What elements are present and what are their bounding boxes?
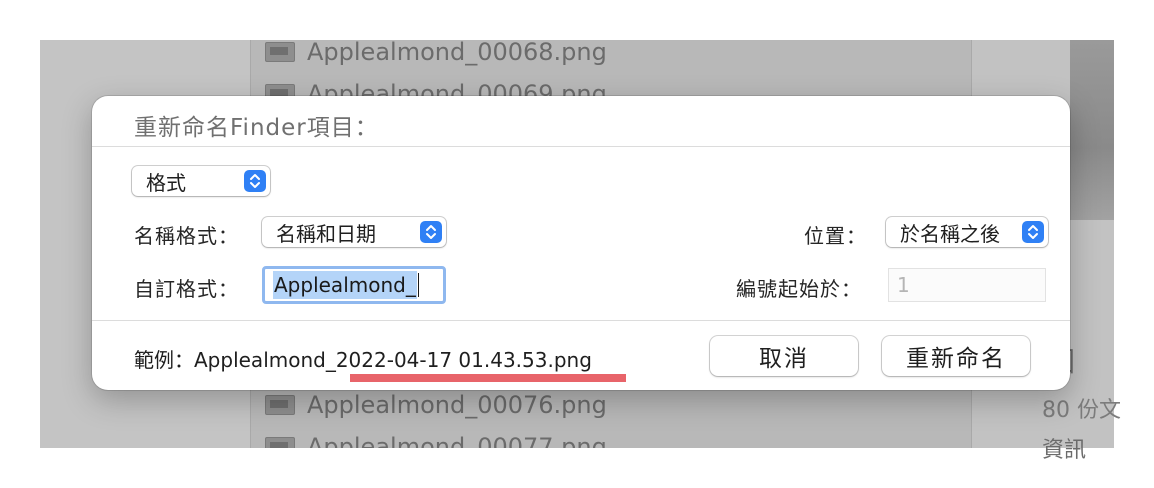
name-format-label: 名稱格式：: [134, 224, 239, 248]
preview-thumbnail: [1070, 40, 1114, 220]
popup-stepper-icon: [244, 170, 266, 192]
selection-subtitle: 80 份文: [1042, 398, 1121, 423]
file-name: Applealmond_00068.png: [307, 40, 607, 66]
popup-stepper-icon: [1022, 221, 1044, 243]
rename-button[interactable]: 重新命名: [882, 336, 1030, 376]
rename-example: 範例：Applealmond_2022-04-17 01.43.53.png: [134, 348, 592, 372]
name-format-popup[interactable]: 名稱和日期: [262, 217, 446, 247]
position-label: 位置：: [804, 224, 867, 248]
start-number-label: 編號起始於：: [736, 277, 862, 301]
dialog-title: 重新命名Finder項目：: [134, 115, 379, 141]
example-highlight-underline: [350, 374, 626, 382]
file-row[interactable]: Applealmond_00068.png: [265, 40, 607, 67]
file-row[interactable]: Applealmond_00076.png: [265, 390, 607, 420]
file-row[interactable]: Applealmond_00077.png: [265, 432, 607, 448]
image-file-icon: [265, 437, 295, 448]
file-name: Applealmond_00076.png: [307, 391, 607, 419]
rename-dialog: 重新命名Finder項目： 格式 名稱格式： 名稱和日期 位置： 於名稱之後 自…: [92, 96, 1070, 390]
rename-mode-value: 格式: [146, 170, 186, 195]
rename-mode-popup[interactable]: 格式: [132, 166, 270, 196]
text-caret: [417, 273, 419, 297]
custom-format-input[interactable]: Applealmond_: [262, 266, 446, 304]
divider: [92, 146, 1070, 147]
image-file-icon: [265, 395, 295, 415]
start-number-input[interactable]: 1: [888, 268, 1046, 302]
custom-format-label: 自訂格式：: [134, 277, 239, 301]
divider: [92, 320, 1070, 321]
image-file-icon: [265, 42, 295, 62]
name-format-value: 名稱和日期: [276, 221, 376, 246]
position-value: 於名稱之後: [900, 221, 1000, 246]
file-name: Applealmond_00077.png: [307, 433, 607, 448]
start-number-value: 1: [897, 273, 910, 297]
cancel-button[interactable]: 取消: [710, 336, 858, 376]
custom-format-text: Applealmond_: [273, 271, 417, 299]
info-heading: 資訊: [1042, 438, 1087, 463]
position-popup[interactable]: 於名稱之後: [886, 217, 1048, 247]
popup-stepper-icon: [420, 221, 442, 243]
